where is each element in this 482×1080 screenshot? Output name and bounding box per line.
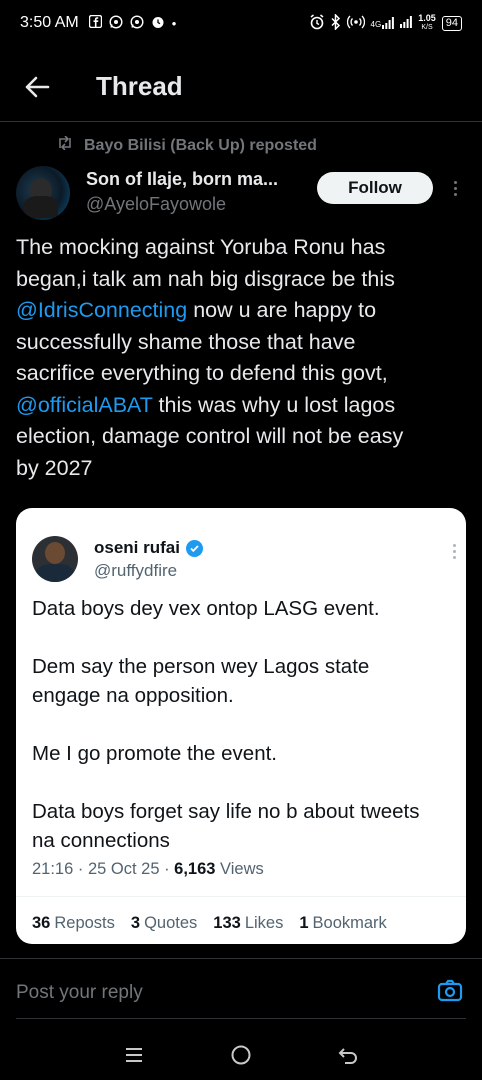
quote-avatar[interactable] [32,536,78,582]
post-line: @IdrisConnecting now u are happy to [16,298,377,322]
divider [16,896,466,897]
follow-button[interactable]: Follow [317,172,433,204]
status-dot: • [171,15,177,31]
mention-link[interactable]: @IdrisConnecting [16,298,187,322]
views-count: 6,163 [174,860,216,878]
system-nav-bar [0,1030,482,1080]
quote-author-name: oseni rufai [94,538,180,557]
bookmarks-stat[interactable]: 1 Bookmark [299,914,386,933]
quote-line: na connections [32,829,170,852]
thread-header: Thread [0,52,482,122]
mention-link[interactable]: @officialABAT [16,393,153,417]
author-handle[interactable]: @AyeloFayowole [86,192,278,216]
quote-line: Data boys forget say life no b about twe… [32,800,420,823]
author-name[interactable]: Son of Ilaje, born ma... [86,166,278,192]
reposts-stat[interactable]: 36 Reposts [32,914,115,933]
whatsapp-icon [109,14,123,32]
post-line: began,i talk am nah big disgrace be this [16,266,395,291]
quote-timestamp: 21:16 · 25 Oct 25 · [32,860,175,878]
alarm-clock-icon [309,13,325,33]
quote-stats: 36 Reposts 3 Quotes 133 Likes 1 Bookmark [32,914,387,933]
more-options-icon[interactable] [450,544,458,564]
more-options-icon[interactable] [448,174,462,202]
repost-context[interactable]: Bayo Bilisi (Back Up) reposted [56,135,317,155]
whatsapp-icon [130,14,144,32]
bluetooth-icon [331,12,341,33]
post-line: sacrifice everything to defend this govt… [16,361,388,385]
recent-apps-icon[interactable] [114,1035,154,1075]
page-title: Thread [96,71,183,101]
home-icon[interactable] [221,1035,261,1075]
hotspot-icon [346,15,365,32]
verified-badge-icon [185,539,203,557]
quote-line: Dem say the person wey Lagos state [32,655,370,678]
camera-icon[interactable] [436,977,464,1005]
quote-timestamp-views: 21:16 · 25 Oct 25 · 6,163 Views [32,860,264,879]
status-bar: 3:50 AM • 4G 1.05 K/S 94 [0,0,482,46]
quote-line: Me I go promote the event. [32,742,277,765]
network-speed: 1.05 K/S [418,13,436,32]
post-line: @officialABAT this was why u lost lagos [16,392,396,417]
post-line: by 2027 [16,455,93,480]
repost-icon [56,135,74,155]
quotes-stat[interactable]: 3 Quotes [131,914,197,933]
facebook-icon [88,14,102,31]
back-icon[interactable] [328,1035,368,1075]
alarm-icon [151,15,165,32]
repost-label: Bayo Bilisi (Back Up) reposted [84,136,317,154]
post-author-row: Son of Ilaje, born ma... @AyeloFayowole … [16,166,466,222]
divider [0,958,482,959]
battery-indicator: 94 [441,15,462,31]
quote-text: Data boys dey vex ontop LASG event. Dem … [32,594,462,855]
post-line: The mocking against Yoruba Ronu has [16,235,386,259]
post-text: The mocking against Yoruba Ronu has bega… [16,232,466,484]
divider [16,1018,466,1019]
avatar[interactable] [16,166,70,220]
quote-line: Data boys dey vex ontop LASG event. [32,597,380,620]
quoted-post-card[interactable]: oseni rufai @ruffydfire Data boys dey ve… [16,508,466,944]
quote-author-name-row[interactable]: oseni rufai [94,538,203,558]
likes-stat[interactable]: 133 Likes [213,914,283,933]
post-line: successfully shame those that have [16,329,356,354]
back-arrow-icon[interactable] [22,72,52,102]
quote-author-handle[interactable]: @ruffydfire [94,561,177,581]
status-time: 3:50 AM [20,14,79,31]
post-line: election, damage control will not be eas… [16,424,404,448]
quote-line: engage na opposition. [32,684,234,707]
signal-icon [400,15,413,31]
views-label: Views [215,860,264,878]
signal-4g-icon: 4G [371,17,395,29]
reply-input[interactable]: Post your reply [16,982,143,1004]
